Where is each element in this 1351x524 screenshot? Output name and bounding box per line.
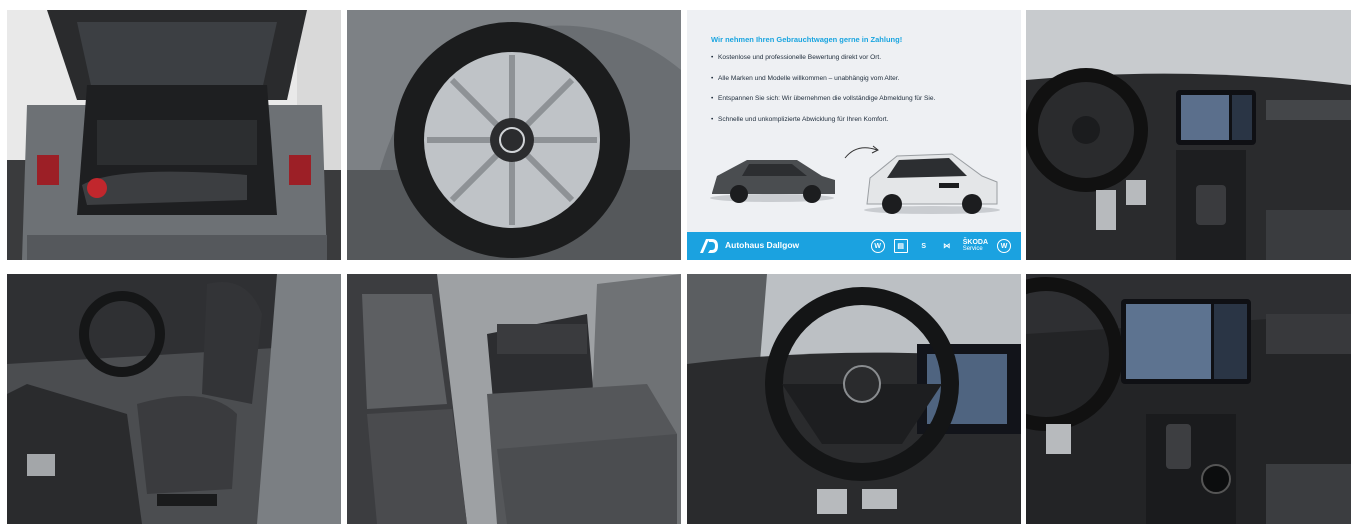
promo-bullet: Schnelle und unkomplizierte Abwicklung f… [711, 116, 935, 123]
wheel-photo [347, 10, 681, 260]
audi-service-logo-icon: ▤ [893, 239, 908, 253]
photo-cockpit[interactable] [1026, 10, 1351, 260]
promo-bullet: Entspannen Sie sich: Wir übernehmen die … [711, 95, 935, 102]
partner-logos: W ▤ S ⋈ ŠKODA Service W [870, 236, 1011, 256]
promo-footer: Autohaus Dallgow W ▤ S ⋈ ŠKODA Service W [687, 232, 1021, 260]
photo-driver-seat[interactable] [7, 274, 341, 524]
photo-center-console[interactable] [1026, 274, 1351, 524]
photo-trunk[interactable] [7, 10, 341, 260]
skoda-service-logo: ŠKODA Service [963, 239, 988, 253]
vw-logo-icon: W [870, 239, 885, 253]
promo-bullet-list: Kostenlose und professionelle Bewertung … [711, 54, 935, 136]
steering-wheel-photo [687, 274, 1021, 524]
skoda-sub: Service [962, 246, 983, 252]
cockpit-photo [1026, 10, 1351, 260]
promo-bullet: Alle Marken und Modelle willkommen – una… [711, 75, 935, 82]
promo-banner[interactable]: Wir nehmen Ihren Gebrauchtwagen gerne in… [687, 10, 1021, 260]
trunk-photo [7, 10, 341, 260]
cupra-logo-icon: ⋈ [943, 243, 951, 250]
promo-bullet: Kostenlose und professionelle Bewertung … [711, 54, 935, 61]
photo-steering-wheel[interactable] [687, 274, 1021, 524]
trade-in-cars-illustration [710, 145, 1000, 214]
skoda-label: ŠKODA [962, 239, 988, 246]
seat-logo-icon: S [921, 242, 927, 250]
autohaus-logo-icon [700, 239, 718, 253]
driver-seat-photo [7, 274, 341, 524]
brand-name: Autohaus Dallgow [725, 240, 800, 250]
vw-commercial-logo-icon: W [997, 239, 1011, 253]
rear-seat-photo [347, 274, 681, 524]
center-console-photo [1026, 274, 1351, 524]
photo-rear-seat[interactable] [347, 274, 681, 524]
photo-wheel[interactable] [347, 10, 681, 260]
photo-gallery: Wir nehmen Ihren Gebrauchtwagen gerne in… [0, 0, 1351, 524]
promo-heading: Wir nehmen Ihren Gebrauchtwagen gerne in… [711, 35, 903, 44]
